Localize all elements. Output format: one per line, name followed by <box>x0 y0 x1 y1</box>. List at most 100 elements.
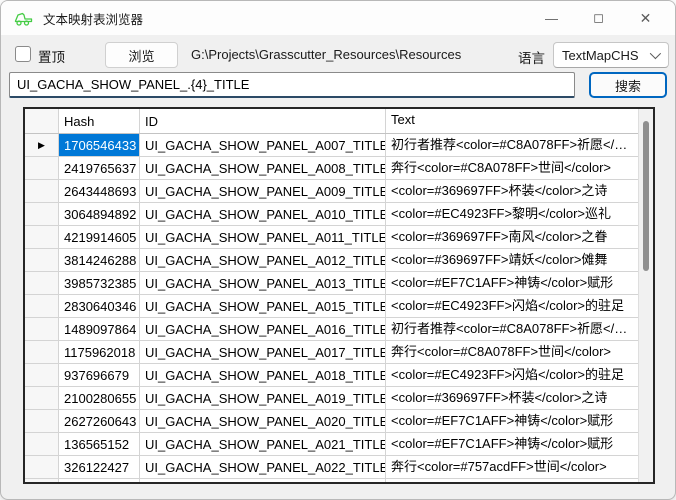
hash-cell[interactable]: 2830640346 <box>59 295 140 317</box>
table-row[interactable]: 3064894892UI_GACHA_SHOW_PANEL_A010_TITLE… <box>25 203 638 226</box>
row-header-cell[interactable] <box>25 272 59 294</box>
hash-cell[interactable]: 326122427 <box>59 456 140 478</box>
search-input[interactable] <box>9 72 575 98</box>
table-row[interactable]: 326122427UI_GACHA_SHOW_PANEL_A022_TITLE奔… <box>25 456 638 479</box>
hash-cell[interactable]: 136565152 <box>59 433 140 455</box>
table-row[interactable]: 2100280655UI_GACHA_SHOW_PANEL_A019_TITLE… <box>25 387 638 410</box>
table-row[interactable]: ▶1706546433UI_GACHA_SHOW_PANEL_A007_TITL… <box>25 134 638 157</box>
id-cell[interactable]: UI_GACHA_SHOW_PANEL_A012_TITLE <box>140 249 386 271</box>
id-cell[interactable]: UI_GACHA_SHOW_PANEL_A020_TITLE <box>140 410 386 432</box>
id-cell[interactable]: UI_GACHA_SHOW_PANEL_A021_TITLE <box>140 433 386 455</box>
table-row[interactable]: 3814246288UI_GACHA_SHOW_PANEL_A012_TITLE… <box>25 249 638 272</box>
table-row[interactable]: 2627260643UI_GACHA_SHOW_PANEL_A020_TITLE… <box>25 410 638 433</box>
language-select[interactable]: TextMapCHS <box>553 42 669 68</box>
hash-cell[interactable]: 2627260643 <box>59 410 140 432</box>
id-cell[interactable]: UI_GACHA_SHOW_PANEL_A016_TITLE <box>140 318 386 340</box>
scrollbar-thumb[interactable] <box>643 121 649 271</box>
grid-corner-cell[interactable] <box>25 109 59 133</box>
hash-cell[interactable]: 2643448693 <box>59 180 140 202</box>
row-header-cell[interactable] <box>25 341 59 363</box>
table-row[interactable]: 4219914605UI_GACHA_SHOW_PANEL_A011_TITLE… <box>25 226 638 249</box>
row-header-cell[interactable] <box>25 387 59 409</box>
data-grid: HashIDText ▶1706546433UI_GACHA_SHOW_PANE… <box>23 107 655 484</box>
row-header-cell[interactable] <box>25 456 59 478</box>
grid-scroll-area: HashIDText ▶1706546433UI_GACHA_SHOW_PANE… <box>25 109 638 482</box>
text-cell[interactable]: 奔行<color=#C8A078FF>世间</color> <box>386 341 638 363</box>
id-cell[interactable]: UI_GACHA_SHOW_PANEL_A007_TITLE <box>140 134 386 156</box>
maximize-button[interactable]: ◻ <box>575 1 622 35</box>
hash-cell[interactable]: 3814246288 <box>59 249 140 271</box>
hash-cell[interactable] <box>59 479 140 482</box>
row-header-cell[interactable] <box>25 249 59 271</box>
language-selected-value: TextMapCHS <box>562 48 650 63</box>
row-header-cell[interactable] <box>25 203 59 225</box>
row-header-cell[interactable] <box>25 479 59 482</box>
search-button[interactable]: 搜索 <box>589 72 667 98</box>
id-cell[interactable]: UI_GACHA_SHOW_PANEL_A013_TITLE <box>140 272 386 294</box>
text-cell[interactable]: <color=#EF7C1AFF>神铸</color>赋形 <box>386 433 638 455</box>
text-cell[interactable]: 初行者推荐<color=#C8A078FF>祈愿</color> <box>386 134 638 156</box>
browse-button[interactable]: 浏览 <box>105 42 178 68</box>
hash-cell[interactable]: 2100280655 <box>59 387 140 409</box>
text-cell[interactable]: 初行者推荐<color=#C8A078FF>祈愿</color> <box>386 479 638 482</box>
text-cell[interactable]: <color=#369697FF>杯装</color>之诗 <box>386 180 638 202</box>
text-cell[interactable]: <color=#EF7C1AFF>神铸</color>赋形 <box>386 272 638 294</box>
id-cell[interactable]: UI_GACHA_SHOW_PANEL_A009_TITLE <box>140 180 386 202</box>
table-row[interactable]: 2419765637UI_GACHA_SHOW_PANEL_A008_TITLE… <box>25 157 638 180</box>
row-header-cell[interactable]: ▶ <box>25 134 59 156</box>
text-cell[interactable]: <color=#369697FF>杯装</color>之诗 <box>386 387 638 409</box>
always-on-top-checkbox[interactable] <box>15 46 31 62</box>
text-cell[interactable]: 奔行<color=#757acdFF>世间</color> <box>386 456 638 478</box>
column-header-id[interactable]: ID <box>140 109 386 133</box>
row-header-cell[interactable] <box>25 226 59 248</box>
column-header-text[interactable]: Text <box>386 109 638 133</box>
row-header-cell[interactable] <box>25 157 59 179</box>
id-cell[interactable]: UI_GACHA_SHOW_PANEL_A022_TITLE <box>140 456 386 478</box>
hash-cell[interactable]: 937696679 <box>59 364 140 386</box>
hash-cell[interactable]: 3985732385 <box>59 272 140 294</box>
grasscutter-lawnmower-icon <box>14 10 34 27</box>
language-label: 语言 <box>518 47 545 67</box>
row-header-cell[interactable] <box>25 433 59 455</box>
id-cell[interactable]: UI_GACHA_SHOW_PANEL_A015_TITLE <box>140 295 386 317</box>
minimize-button[interactable]: — <box>528 1 575 35</box>
hash-cell[interactable]: 2419765637 <box>59 157 140 179</box>
hash-cell[interactable]: 1489097864 <box>59 318 140 340</box>
id-cell[interactable]: UI_GACHA_SHOW_PANEL_A011_TITLE <box>140 226 386 248</box>
text-cell[interactable]: <color=#369697FF>靖妖</color>傩舞 <box>386 249 638 271</box>
id-cell[interactable] <box>140 479 386 482</box>
text-cell[interactable]: <color=#369697FF>南风</color>之眷 <box>386 226 638 248</box>
table-row[interactable]: 937696679UI_GACHA_SHOW_PANEL_A018_TITLE<… <box>25 364 638 387</box>
table-row[interactable]: 2643448693UI_GACHA_SHOW_PANEL_A009_TITLE… <box>25 180 638 203</box>
text-cell[interactable]: 奔行<color=#C8A078FF>世间</color> <box>386 157 638 179</box>
table-row[interactable]: 2830640346UI_GACHA_SHOW_PANEL_A015_TITLE… <box>25 295 638 318</box>
table-row[interactable]: 3985732385UI_GACHA_SHOW_PANEL_A013_TITLE… <box>25 272 638 295</box>
column-header-hash[interactable]: Hash <box>59 109 140 133</box>
text-cell[interactable]: <color=#EF7C1AFF>神铸</color>赋形 <box>386 410 638 432</box>
text-cell[interactable]: <color=#EC4923FF>闪焰</color>的驻足 <box>386 364 638 386</box>
table-row[interactable]: 136565152UI_GACHA_SHOW_PANEL_A021_TITLE<… <box>25 433 638 456</box>
table-row[interactable]: 1175962018UI_GACHA_SHOW_PANEL_A017_TITLE… <box>25 341 638 364</box>
table-row[interactable]: 1489097864UI_GACHA_SHOW_PANEL_A016_TITLE… <box>25 318 638 341</box>
id-cell[interactable]: UI_GACHA_SHOW_PANEL_A017_TITLE <box>140 341 386 363</box>
row-header-cell[interactable] <box>25 180 59 202</box>
id-cell[interactable]: UI_GACHA_SHOW_PANEL_A010_TITLE <box>140 203 386 225</box>
row-header-cell[interactable] <box>25 295 59 317</box>
row-header-cell[interactable] <box>25 410 59 432</box>
hash-cell[interactable]: 1175962018 <box>59 341 140 363</box>
text-cell[interactable]: <color=#EC4923FF>黎明</color>巡礼 <box>386 203 638 225</box>
id-cell[interactable]: UI_GACHA_SHOW_PANEL_A008_TITLE <box>140 157 386 179</box>
vertical-scrollbar[interactable] <box>638 109 653 482</box>
titlebar[interactable]: 文本映射表浏览器 — ◻ ✕ <box>1 1 675 35</box>
row-header-cell[interactable] <box>25 318 59 340</box>
close-button[interactable]: ✕ <box>622 1 669 35</box>
id-cell[interactable]: UI_GACHA_SHOW_PANEL_A018_TITLE <box>140 364 386 386</box>
row-header-cell[interactable] <box>25 364 59 386</box>
hash-cell[interactable]: 1706546433 <box>59 134 140 156</box>
text-cell[interactable]: <color=#EC4923FF>闪焰</color>的驻足 <box>386 295 638 317</box>
hash-cell[interactable]: 3064894892 <box>59 203 140 225</box>
hash-cell[interactable]: 4219914605 <box>59 226 140 248</box>
id-cell[interactable]: UI_GACHA_SHOW_PANEL_A019_TITLE <box>140 387 386 409</box>
text-cell[interactable]: 初行者推荐<color=#C8A078FF>祈愿</color> <box>386 318 638 340</box>
table-row-partial[interactable]: 初行者推荐<color=#C8A078FF>祈愿</color> <box>25 479 638 482</box>
